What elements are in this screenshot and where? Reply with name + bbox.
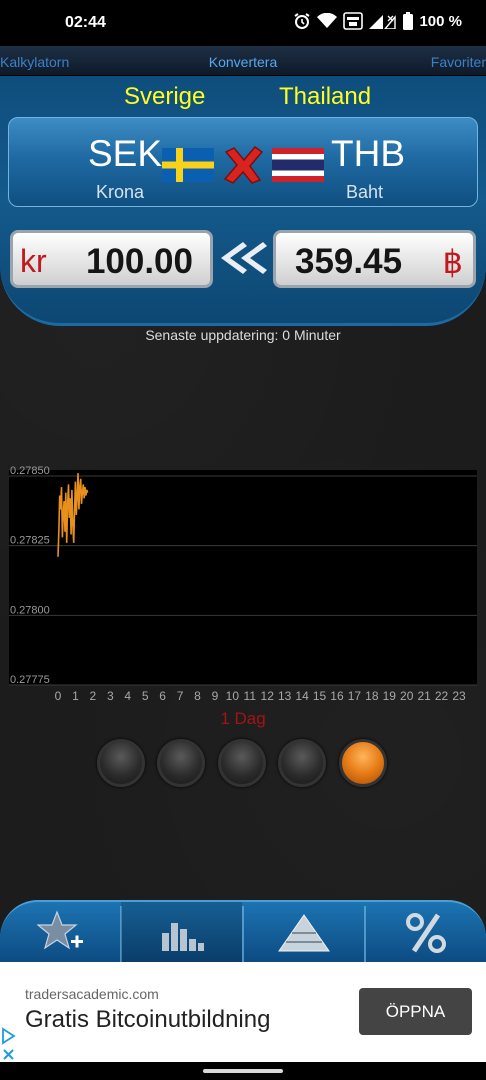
status-time: 02:44 <box>65 14 106 31</box>
chart-x-tick-label: 0 <box>55 689 62 703</box>
signal-icon <box>369 15 397 29</box>
chart-x-tick-label: 12 <box>261 689 275 703</box>
from-country[interactable]: Sverige <box>124 83 205 111</box>
to-currency-name: Baht <box>346 182 384 202</box>
from-amount-value: 100.00 <box>85 242 193 281</box>
ad-choices-icon[interactable] <box>0 1026 18 1062</box>
to-currency-code[interactable]: THB <box>331 133 405 175</box>
double-chevron-left-icon[interactable] <box>217 238 269 278</box>
home-gesture-handle[interactable] <box>203 1069 283 1073</box>
tab-kalkylatorn[interactable]: Kalkylatorn <box>0 54 69 70</box>
chart-x-tick-label: 19 <box>383 689 397 703</box>
chart-y-tick-label: 0.27800 <box>10 604 50 616</box>
to-amount-field[interactable]: 359.45 ฿ <box>273 230 476 288</box>
chart-x-tick-label: 6 <box>159 689 166 703</box>
bar-chart-icon <box>161 923 204 951</box>
chart-x-tick-label: 18 <box>365 689 379 703</box>
chart-x-tick-label: 22 <box>435 689 449 703</box>
battery-icon <box>403 12 414 30</box>
period-button-1[interactable] <box>97 739 145 787</box>
toolbar-chart-button[interactable] <box>121 902 242 964</box>
period-button-4[interactable] <box>278 739 326 787</box>
pyramid-icon <box>277 914 330 952</box>
last-update-text: Senaste uppdatering: 0 Minuter <box>145 327 341 343</box>
rate-chart[interactable]: 0.278500.278250.278000.277750 1 2 3 4 5 6 7 8 9 10… <box>0 464 486 709</box>
toolbar-favorite-button[interactable] <box>0 902 121 964</box>
chart-x-tick-label: 2 <box>90 689 97 703</box>
add-favorite-star-icon <box>36 910 83 950</box>
ad-title[interactable]: Gratis Bitcoinutbildning <box>25 1006 270 1034</box>
chart-y-tick-label: 0.27825 <box>10 535 50 547</box>
chart-y-tick-label: 0.27775 <box>10 674 50 686</box>
chart-x-tick-label: 13 <box>278 689 292 703</box>
period-button-3[interactable] <box>218 739 266 787</box>
chart-x-tick-label: 8 <box>194 689 201 703</box>
sweden-flag-icon <box>162 148 214 182</box>
chart-x-tick-label: 5 <box>142 689 149 703</box>
toolbar-percent-button[interactable] <box>365 902 486 964</box>
swap-x-icon[interactable] <box>222 146 264 184</box>
bottom-toolbar <box>0 900 486 964</box>
chart-x-tick-label: 15 <box>313 689 327 703</box>
chart-x-tick-label: 17 <box>348 689 362 703</box>
from-currency-name: Krona <box>96 182 145 202</box>
status-icons: 100 % <box>293 12 462 30</box>
wifi-icon <box>317 13 338 28</box>
from-amount-field[interactable]: kr 100.00 <box>10 230 213 288</box>
chart-x-tick-label: 7 <box>177 689 184 703</box>
chart-x-tick-label: 14 <box>295 689 309 703</box>
thailand-flag-icon <box>272 148 324 182</box>
chart-x-tick-label: 10 <box>226 689 240 703</box>
ad-open-button[interactable]: ÖPPNA <box>359 988 472 1035</box>
tab-strip: Konvertera Kalkylatorn Favoriter <box>0 46 486 76</box>
chart-x-tick-label: 4 <box>124 689 131 703</box>
chart-x-tick-label: 16 <box>330 689 344 703</box>
ad-domain: tradersacademic.com <box>25 986 159 1002</box>
chart-x-tick-label: 23 <box>452 689 466 703</box>
to-currency-symbol: ฿ <box>442 244 463 280</box>
volte-icon <box>343 12 364 30</box>
percent-icon <box>405 913 446 953</box>
from-currency-code[interactable]: SEK <box>88 133 162 175</box>
to-country[interactable]: Thailand <box>279 83 371 111</box>
period-button-5[interactable] <box>339 739 387 787</box>
to-amount-value: 359.45 <box>295 242 403 281</box>
tab-konvertera[interactable]: Konvertera <box>0 54 486 70</box>
chart-period-caption: 1 Dag <box>220 709 266 728</box>
chart-x-tick-label: 11 <box>244 689 257 703</box>
toolbar-pyramid-button[interactable] <box>243 902 364 964</box>
alarm-icon <box>294 13 311 29</box>
tab-favoriter[interactable]: Favoriter <box>431 54 486 70</box>
chart-x-tick-label: 9 <box>212 689 219 703</box>
chart-x-tick-label: 1 <box>72 689 79 703</box>
battery-percent: 100 % <box>419 12 462 30</box>
chart-y-tick-label: 0.27850 <box>10 465 50 477</box>
chart-x-tick-label: 21 <box>417 689 431 703</box>
chart-x-tick-label: 20 <box>400 689 414 703</box>
chart-x-tick-label: 3 <box>107 689 114 703</box>
from-currency-symbol: kr <box>20 243 47 279</box>
period-button-2[interactable] <box>157 739 205 787</box>
